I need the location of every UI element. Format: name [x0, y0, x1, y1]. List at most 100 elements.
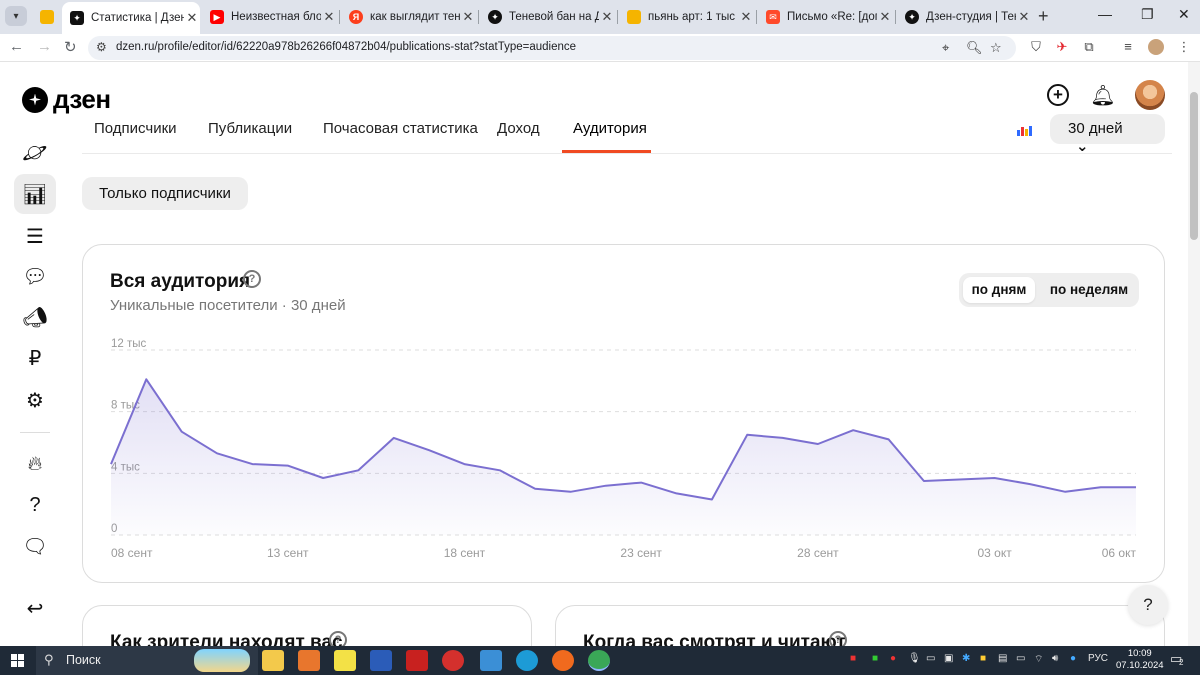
user-avatar[interactable]	[1135, 80, 1165, 110]
app-icon[interactable]	[480, 650, 502, 671]
tab-hourly-stats[interactable]: Почасовая статистика	[323, 120, 478, 137]
tray-app-icon[interactable]: ■	[850, 653, 856, 664]
language-indicator[interactable]: РУС	[1088, 653, 1108, 664]
back-arrow-icon[interactable]: ←	[9, 38, 24, 55]
dzen-logo[interactable]: дзен	[22, 84, 111, 115]
bookmark-star-icon[interactable]: ☆	[990, 40, 1002, 56]
settings-gear-icon[interactable]: ⚙	[14, 380, 56, 420]
chat-support-icon[interactable]: 🗨︎	[14, 526, 56, 566]
help-fab-button[interactable]: ?	[1128, 585, 1168, 625]
help-circle-icon[interactable]: ?	[329, 631, 347, 646]
browser-menu-icon[interactable]: ⋮	[1176, 39, 1192, 55]
network-icon[interactable]: ▭	[1016, 653, 1025, 664]
edge-icon[interactable]	[516, 650, 538, 671]
tray-app-icon[interactable]: ▭	[926, 653, 935, 664]
close-tab-icon[interactable]: ✕	[321, 9, 337, 25]
taskbar-clock[interactable]: 10:09 07.10.2024	[1116, 648, 1164, 672]
active-tab-underline	[562, 150, 651, 153]
fire-icon[interactable]: 🔥︎	[14, 444, 56, 484]
microphone-icon[interactable]: 🎙︎	[908, 653, 921, 664]
planet-feed-icon[interactable]: 🪐︎	[14, 132, 56, 172]
promotion-megaphone-icon[interactable]: 📣︎	[14, 297, 56, 337]
tray-app-icon[interactable]: ■	[872, 653, 878, 664]
url-text[interactable]: dzen.ru/profile/editor/id/62220a978b2626…	[116, 41, 576, 53]
address-bar[interactable]: ⚙ dzen.ru/profile/editor/id/62220a978b26…	[88, 36, 1016, 60]
tray-app-icon[interactable]: ▤	[998, 653, 1007, 664]
site-info-icon[interactable]: ⚙	[96, 40, 107, 54]
period-selector[interactable]: 30 дней ⌄	[1050, 114, 1165, 155]
search-placeholder: Поиск	[66, 653, 101, 667]
toggle-by-days[interactable]: по дням	[963, 277, 1035, 303]
tab-publications[interactable]: Публикации	[208, 120, 292, 137]
browser-tab[interactable]: ✦ Дзен-студия | Тенев ✕	[897, 4, 1032, 30]
help-circle-icon[interactable]: ?	[829, 631, 847, 646]
data-point	[604, 484, 607, 487]
toggle-by-weeks[interactable]: по неделям	[1043, 277, 1135, 303]
shield-extension-icon[interactable]: ⛉	[1028, 39, 1044, 55]
yandex-tray-icon[interactable]: ●	[890, 653, 896, 664]
scrollbar-thumb[interactable]	[1190, 92, 1198, 240]
forward-arrow-icon[interactable]: →	[37, 38, 52, 55]
tab-subscribers[interactable]: Подписчики	[94, 120, 177, 137]
publications-stack-icon[interactable]: ☰	[14, 216, 56, 256]
app-icon[interactable]	[442, 650, 464, 671]
location-pin-icon[interactable]: ⌖	[942, 40, 949, 56]
browser-tab[interactable]: ✦ Теневой бан на Дзе ✕	[480, 4, 615, 30]
acrobat-icon[interactable]	[406, 650, 428, 671]
browser-tab[interactable]: ▶ Неизвестная блогер ✕	[202, 4, 337, 30]
tab-audience[interactable]: Аудитория	[573, 120, 647, 137]
bar-chart-color-icon[interactable]	[1017, 126, 1033, 136]
close-tab-icon[interactable]: ✕	[599, 9, 615, 25]
notifications-bell-icon[interactable]: 🔔︎	[1090, 82, 1116, 108]
close-tab-icon[interactable]: ✕	[460, 9, 476, 25]
create-post-button[interactable]: +	[1045, 82, 1071, 108]
windows-start-icon[interactable]	[11, 654, 24, 667]
close-tab-icon[interactable]: ✕	[184, 10, 200, 26]
close-window-icon[interactable]: ✕	[1178, 6, 1190, 23]
taskbar-search[interactable]: ⚲ Поиск	[36, 646, 258, 675]
wifi-icon[interactable]: ⌔	[1034, 653, 1043, 666]
tray-app-icon[interactable]: ■	[980, 653, 986, 664]
browser-tab[interactable]: пьянь арт: 1 тыс изо ✕	[619, 4, 754, 30]
tab-title: Письмо «Re: [дополн	[787, 11, 877, 23]
profile-avatar-icon[interactable]	[1148, 39, 1164, 55]
return-arrow-icon[interactable]: ↩	[14, 588, 56, 628]
minimize-icon[interactable]: —	[1098, 6, 1112, 22]
subscribers-only-filter[interactable]: Только подписчики	[82, 177, 248, 210]
close-tab-icon[interactable]: ✕	[877, 9, 893, 25]
tray-app-icon[interactable]: ▣	[944, 653, 953, 664]
browser-tab[interactable]: ✉ Письмо «Re: [дополн ✕	[758, 4, 893, 30]
close-tab-icon[interactable]: ✕	[1016, 9, 1032, 25]
chrome-icon[interactable]	[588, 650, 610, 671]
restore-icon[interactable]: ❐	[1141, 6, 1154, 23]
sticky-notes-icon[interactable]	[334, 650, 356, 671]
volume-icon[interactable]: 🔊︎	[1052, 653, 1058, 664]
firefox-icon[interactable]	[552, 650, 574, 671]
close-tab-icon[interactable]: ✕	[738, 9, 754, 25]
file-explorer-icon[interactable]	[262, 650, 284, 671]
help-circle-icon[interactable]: ?	[243, 270, 261, 288]
media-controls-icon[interactable]: ≡	[1120, 39, 1136, 55]
outlook-icon[interactable]	[298, 650, 320, 671]
browser-tab[interactable]: Я как выглядит тенево ✕	[341, 4, 476, 30]
comments-icon[interactable]: 💬︎	[14, 256, 56, 296]
browser-tab[interactable]	[32, 4, 62, 30]
bluetooth-icon[interactable]: ✱	[962, 653, 970, 664]
word-icon[interactable]	[370, 650, 392, 671]
extension-icon[interactable]: ✈	[1054, 39, 1070, 55]
reload-icon[interactable]: ↻	[64, 38, 77, 56]
tab-title: Статистика | Дзен	[91, 12, 184, 24]
browser-tab-active[interactable]: ✦ Статистика | Дзен ✕	[62, 2, 200, 34]
ruble-income-icon[interactable]: ₽	[14, 338, 56, 378]
page-scrollbar[interactable]	[1188, 62, 1200, 646]
tab-income[interactable]: Доход	[497, 120, 540, 137]
zoom-icon[interactable]: 🔍︎	[966, 40, 983, 56]
new-tab-button[interactable]: +	[1038, 6, 1049, 27]
data-point	[1099, 486, 1102, 489]
statistics-icon[interactable]: 📊︎	[14, 174, 56, 214]
zoom-tray-icon[interactable]: ●	[1070, 653, 1076, 664]
help-question-icon[interactable]: ?	[14, 485, 56, 525]
tab-search-icon[interactable]: ▾	[5, 6, 27, 26]
puzzle-extensions-icon[interactable]: ⧉	[1081, 39, 1097, 55]
period-label: 30 дней	[1068, 120, 1123, 137]
